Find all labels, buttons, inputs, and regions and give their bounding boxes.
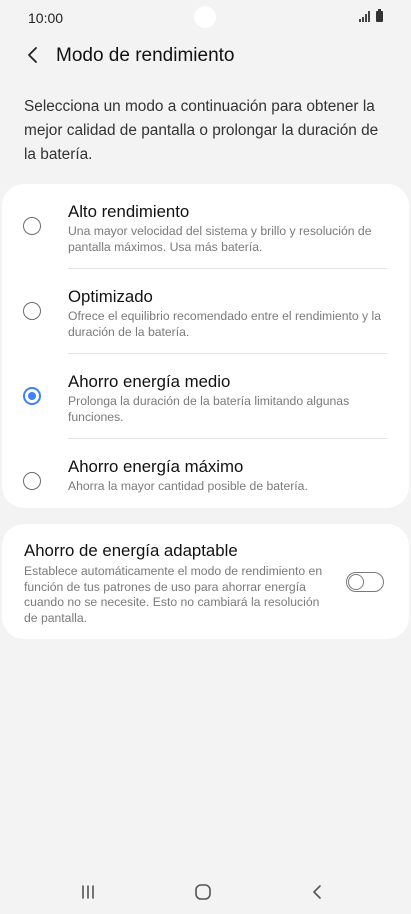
adaptive-title: Ahorro de energía adaptable bbox=[24, 541, 238, 560]
mode-description: Una mayor velocidad del sistema y brillo… bbox=[68, 224, 372, 254]
adaptive-power-saving-card[interactable]: Ahorro de energía adaptable Establece au… bbox=[2, 524, 409, 639]
modes-card: Alto rendimiento Una mayor velocidad del… bbox=[2, 184, 409, 508]
signal-icon bbox=[359, 11, 370, 22]
page-title: Modo de rendimiento bbox=[56, 45, 235, 66]
status-time: 10:00 bbox=[28, 10, 64, 26]
radio-button-selected[interactable] bbox=[23, 387, 41, 405]
home-icon[interactable] bbox=[191, 880, 215, 904]
mode-item-optimizado[interactable]: Optimizado Ofrece el equilibrio recomend… bbox=[2, 269, 409, 354]
back-icon[interactable] bbox=[306, 880, 330, 904]
adaptive-description: Establece automáticamente el modo de ren… bbox=[24, 564, 323, 625]
radio-button[interactable] bbox=[23, 472, 41, 490]
mode-item-ahorro-medio[interactable]: Ahorro energía medio Prolonga la duració… bbox=[2, 354, 409, 439]
mode-description: Ahorra la mayor cantidad posible de bate… bbox=[68, 479, 308, 493]
mode-description: Prolonga la duración de la batería limit… bbox=[68, 394, 350, 424]
mode-title: Ahorro energía medio bbox=[68, 372, 231, 391]
mode-item-ahorro-maximo[interactable]: Ahorro energía máximo Ahorra la mayor ca… bbox=[2, 439, 409, 524]
navigation-bar bbox=[0, 866, 411, 914]
mode-description: Ofrece el equilibrio recomendado entre e… bbox=[68, 309, 381, 339]
mode-title: Alto rendimiento bbox=[68, 202, 190, 221]
page-description: Selecciona un modo a continuación para o… bbox=[24, 98, 379, 163]
status-icons bbox=[359, 9, 383, 22]
radio-button[interactable] bbox=[23, 217, 41, 235]
recents-icon[interactable] bbox=[76, 880, 100, 904]
adaptive-toggle[interactable] bbox=[346, 572, 384, 592]
mode-item-alto-rendimiento[interactable]: Alto rendimiento Una mayor velocidad del… bbox=[2, 184, 409, 269]
header: Modo de rendimiento bbox=[0, 38, 411, 74]
chevron-left-icon[interactable] bbox=[22, 43, 46, 67]
mode-title: Ahorro energía máximo bbox=[68, 457, 244, 476]
battery-icon bbox=[376, 9, 383, 22]
radio-button[interactable] bbox=[23, 302, 41, 320]
camera-cutout bbox=[194, 6, 216, 28]
status-bar: 10:00 bbox=[0, 0, 411, 36]
mode-title: Optimizado bbox=[68, 287, 153, 306]
